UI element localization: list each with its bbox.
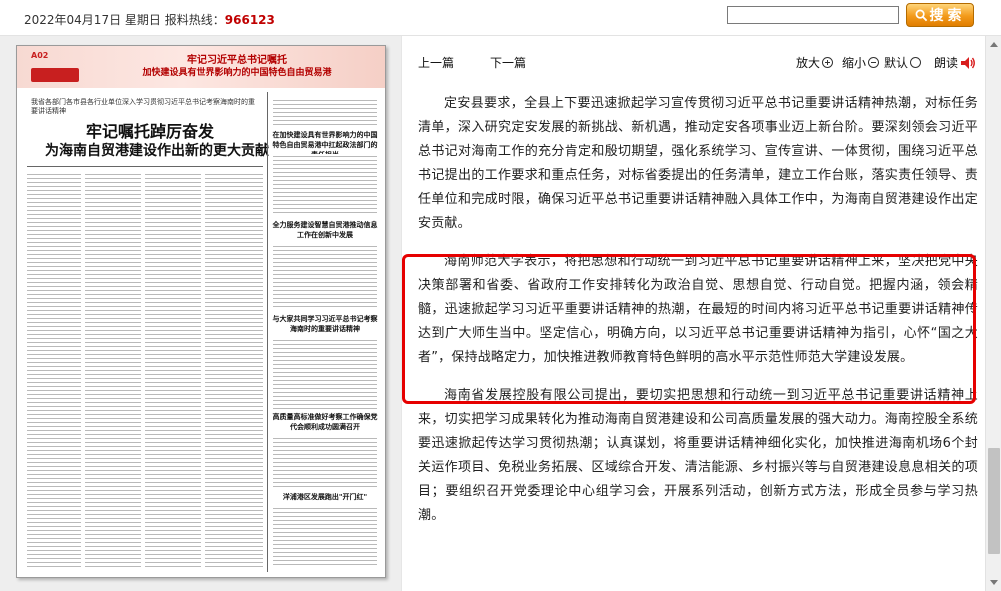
zoom-out-button[interactable]: 缩小 — [842, 54, 880, 71]
banner-line-1: 牢记习近平总书记嘱托 — [187, 55, 287, 66]
hotline-label: 报料热线： — [164, 13, 225, 27]
banner-line-2: 加快建设具有世界影响力的中国特色自由贸易港 — [142, 68, 332, 78]
page-banner: A02 牢记习近平总书记嘱托 加快建设具有世界影响力的中国特色自由贸易港 — [17, 46, 385, 88]
search-button-label: 搜索 — [929, 8, 966, 24]
scroll-down-button[interactable] — [986, 575, 1001, 591]
side-text — [273, 436, 377, 488]
next-article-link[interactable]: 下一篇 — [490, 54, 526, 71]
minus-icon — [868, 57, 880, 68]
search-icon — [915, 9, 927, 21]
zoom-out-label: 缩小 — [842, 56, 867, 70]
plus-icon — [822, 57, 834, 68]
side-text — [273, 506, 377, 568]
side-text — [273, 338, 377, 410]
circle-icon — [910, 57, 922, 68]
hotline-number: 966123 — [224, 13, 275, 27]
side-headline-2: 全力服务建设智慧自贸港推动信息工作在创新中发展 — [272, 221, 378, 239]
read-aloud-button[interactable]: 朗读 — [934, 54, 976, 71]
headline-line-1: 牢记嘱托踔厉奋发 — [85, 122, 214, 141]
page-number: A02 — [31, 51, 49, 60]
read-aloud-label: 朗读 — [934, 56, 959, 70]
text-column — [205, 172, 263, 567]
date-line: 2022年04月17日 星期日 报料热线：966123 — [24, 11, 275, 28]
headline-rule — [27, 166, 263, 167]
highlight-annotation-box — [402, 254, 976, 404]
side-headline-5: 洋浦港区发展跑出"开门红" — [282, 493, 368, 501]
side-text — [273, 98, 377, 128]
newspaper-panel: A02 牢记习近平总书记嘱托 加快建设具有世界影响力的中国特色自由贸易港 我省各… — [0, 36, 401, 591]
headline-line-2: 为海南自贸港建设作出新的更大贡献 — [45, 143, 269, 159]
weekday-text: 星期日 — [124, 13, 161, 27]
paper-headline: 牢记嘱托踔厉奋发 为海南自贸港建设作出新的更大贡献 — [45, 122, 269, 160]
arrow-down-icon — [990, 580, 998, 585]
zoom-in-button[interactable]: 放大 — [796, 54, 834, 71]
speaker-icon — [961, 56, 975, 69]
zoom-in-label: 放大 — [796, 56, 821, 70]
text-column — [85, 172, 141, 567]
prev-article-link[interactable]: 上一篇 — [418, 54, 454, 71]
paper-subtitle: 我省各部门各市县各行业单位深入学习贯彻习近平总书记考察海南时的重要讲话精神 — [31, 98, 255, 115]
default-size-label: 默认 — [884, 56, 909, 70]
newspaper-page-image[interactable]: A02 牢记习近平总书记嘱托 加快建设具有世界影响力的中国特色自由贸易港 我省各… — [16, 45, 386, 578]
scroll-up-button[interactable] — [986, 36, 1001, 52]
arrow-up-icon — [990, 42, 998, 47]
side-headline-3: 与大家共同学习习近平总书记考察海南时的重要讲话精神 — [272, 315, 378, 333]
column-divider — [267, 92, 268, 572]
vertical-scrollbar[interactable] — [985, 36, 1001, 591]
article-paragraph: 定安县要求，全县上下要迅速掀起学习宣传贯彻习近平总书记重要讲话精神热潮，对标任务… — [418, 96, 978, 231]
masthead-logo — [31, 68, 79, 82]
side-headline-4: 高质量高标准做好考察工作确保党代会顺利成功圆满召开 — [272, 413, 378, 431]
side-text — [273, 154, 377, 214]
date-text: 2022年04月17日 — [24, 13, 122, 27]
text-column — [145, 172, 201, 567]
side-text — [273, 244, 377, 310]
text-column — [27, 172, 81, 567]
article-panel: 上一篇 下一篇 放大 缩小 默认 朗读 定安县要求，全县上下要迅速掀起学习宣传贯… — [401, 36, 1001, 591]
default-size-button[interactable]: 默认 — [884, 54, 922, 71]
article-paragraph: 海南省发展控股有限公司提出，要切实把思想和行动统一到习近平总书记重要讲话精神上来… — [418, 388, 978, 523]
search-button[interactable]: 搜索 — [906, 3, 974, 27]
top-bar: 2022年04月17日 星期日 报料热线：966123 搜索 — [0, 0, 1001, 36]
search-input[interactable] — [727, 6, 899, 24]
scrollbar-thumb[interactable] — [988, 448, 1000, 554]
